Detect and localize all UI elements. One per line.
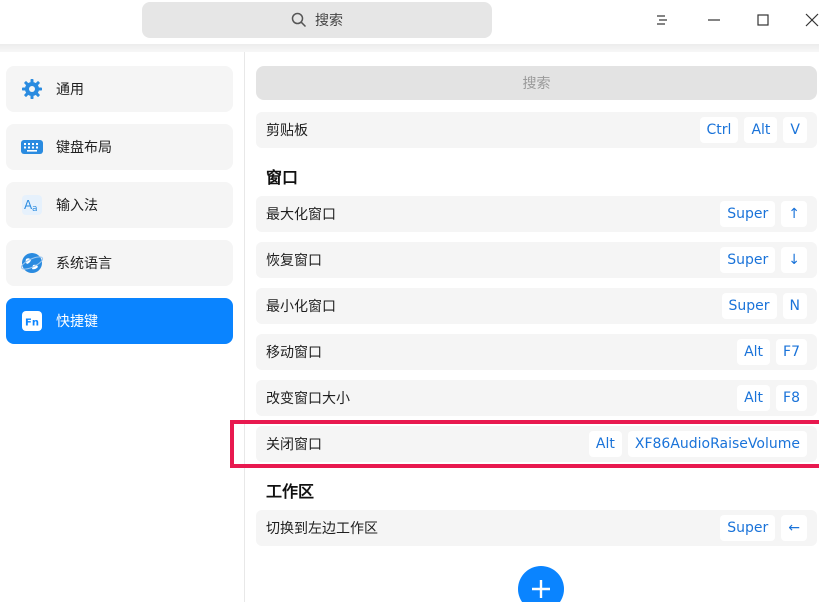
key-cap: Alt — [737, 339, 771, 365]
shortcut-row-move-window[interactable]: 移动窗口 Alt F7 — [256, 334, 817, 370]
shortcut-label: 最小化窗口 — [266, 299, 336, 315]
sidebar-item-keyboard-layout[interactable]: 键盘布局 — [6, 124, 233, 170]
key-cap: Alt — [744, 117, 778, 143]
svg-text:Fn: Fn — [25, 318, 39, 329]
fn-key-icon: Fn — [20, 309, 44, 333]
shortcut-row-close-window[interactable]: 关闭窗口 Alt XF86AudioRaiseVolume — [256, 426, 817, 462]
menu-icon[interactable] — [650, 8, 674, 32]
minimize-icon[interactable] — [702, 8, 726, 32]
key-cap: Alt — [737, 385, 771, 411]
shortcut-keys[interactable]: Super N — [721, 288, 807, 324]
key-cap: F7 — [776, 339, 807, 365]
sidebar-item-input-method[interactable]: A a 输入法 — [6, 182, 233, 228]
sidebar-item-system-language[interactable]: 系统语言 — [6, 240, 233, 286]
shortcut-row-clipboard[interactable]: 剪贴板 Ctrl Alt V — [256, 112, 817, 148]
shortcut-row-switch-left-workspace[interactable]: 切换到左边工作区 Super ← — [256, 510, 817, 546]
top-search-placeholder: 搜索 — [315, 13, 343, 29]
shortcut-row-minimize-window[interactable]: 最小化窗口 Super N — [256, 288, 817, 324]
sidebar-item-label: 系统语言 — [56, 256, 112, 272]
top-search-box[interactable]: 搜索 — [142, 2, 492, 38]
plus-icon — [530, 578, 552, 600]
shortcut-row-resize-window[interactable]: 改变窗口大小 Alt F8 — [256, 380, 817, 416]
shortcut-keys[interactable]: Super ↓ — [720, 242, 807, 278]
key-cap: ← — [781, 515, 807, 541]
shortcut-search-placeholder: 搜索 — [522, 76, 551, 92]
shortcut-label: 改变窗口大小 — [266, 391, 350, 407]
close-icon[interactable] — [800, 8, 819, 32]
shortcut-keys[interactable]: Ctrl Alt V — [699, 112, 807, 148]
shortcut-row-restore-window[interactable]: 恢复窗口 Super ↓ — [256, 242, 817, 278]
sidebar-item-shortcuts[interactable]: Fn 快捷键 — [6, 298, 233, 344]
shortcut-keys[interactable]: Super ← — [720, 510, 807, 546]
key-cap: ↓ — [781, 247, 807, 273]
title-bar: 搜索 — [0, 0, 819, 40]
maximize-icon[interactable] — [751, 8, 775, 32]
key-cap: Alt — [588, 431, 622, 457]
shortcut-label: 剪贴板 — [266, 123, 308, 139]
section-title-window: 窗口 — [266, 168, 299, 187]
key-cap: Super — [720, 515, 776, 541]
key-cap: Super — [720, 247, 776, 273]
key-cap: ↑ — [781, 201, 807, 227]
shortcut-label: 恢复窗口 — [266, 253, 322, 269]
sidebar-item-label: 键盘布局 — [56, 140, 112, 156]
shortcut-row-maximize-window[interactable]: 最大化窗口 Super ↑ — [256, 196, 817, 232]
sidebar-item-label: 快捷键 — [56, 314, 98, 330]
key-cap: Ctrl — [699, 117, 739, 143]
shortcut-keys[interactable]: Alt F8 — [737, 380, 807, 416]
section-title-workspace: 工作区 — [266, 482, 315, 501]
key-cap: XF86AudioRaiseVolume — [627, 431, 807, 457]
sidebar-item-general[interactable]: 通用 — [6, 66, 233, 112]
shortcut-label: 切换到左边工作区 — [266, 521, 378, 537]
key-cap: F8 — [776, 385, 807, 411]
shortcut-search-input[interactable]: 搜索 — [256, 66, 817, 100]
key-cap: N — [782, 293, 807, 319]
svg-text:a: a — [32, 204, 38, 214]
shortcut-panel: 搜索 剪贴板 Ctrl Alt V 窗口 最大化窗口 Super ↑ 恢复窗口 … — [246, 52, 819, 602]
sidebar: 通用 键盘布局 A a 输入法 系统语言 Fn 快捷键 — [0, 52, 245, 602]
sidebar-item-label: 输入法 — [56, 198, 98, 214]
keyboard-icon — [20, 135, 44, 159]
key-cap: Super — [721, 293, 777, 319]
shortcut-keys[interactable]: Alt XF86AudioRaiseVolume — [588, 426, 807, 462]
globe-icon — [20, 251, 44, 275]
search-icon — [291, 12, 307, 28]
shortcut-label: 移动窗口 — [266, 345, 322, 361]
title-bar-divider — [0, 44, 819, 52]
shortcut-keys[interactable]: Alt F7 — [737, 334, 807, 370]
key-cap: V — [783, 117, 807, 143]
shortcut-keys[interactable]: Super ↑ — [720, 196, 807, 232]
shortcut-label: 最大化窗口 — [266, 207, 336, 223]
key-cap: Super — [720, 201, 776, 227]
gear-icon — [20, 77, 44, 101]
shortcut-label: 关闭窗口 — [266, 437, 322, 453]
sidebar-item-label: 通用 — [56, 82, 84, 98]
input-method-icon: A a — [20, 193, 44, 217]
